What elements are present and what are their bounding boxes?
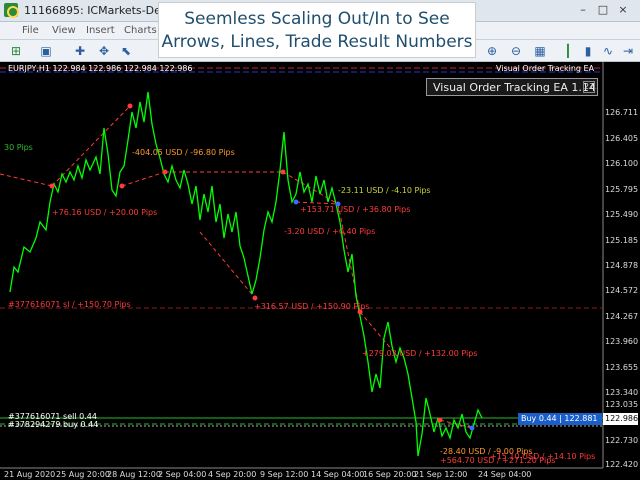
caption-line-2: Arrows, Lines, Trade Result Numbers xyxy=(161,32,473,52)
ea-name-label: Visual Order Tracking EA xyxy=(496,64,595,73)
trade-result-label: -23.11 USD / -4.10 Pips xyxy=(338,186,431,195)
menu-file[interactable]: File xyxy=(22,25,39,36)
price-axis-label: 122.730 xyxy=(605,436,639,445)
zoom-in-icon[interactable]: ⊕ xyxy=(484,43,500,59)
trade-result-label: +76.16 USD / +20.00 Pips xyxy=(52,208,158,217)
price-axis-label: 123.340 xyxy=(605,388,639,397)
price-axis-label: 125.795 xyxy=(605,185,639,194)
price-axis-label: 125.490 xyxy=(605,210,639,219)
trade-result-label: +15.10 USD / +14.10 Pips xyxy=(490,452,596,461)
promo-caption: Seemless Scaling Out/In to See Arrows, L… xyxy=(158,2,476,58)
order-line-label: #378294279 buy 0.44 xyxy=(8,420,99,429)
trade-result-label: -3.20 USD / +0.40 Pips xyxy=(284,227,376,236)
date-axis-label: 21 Sep 12:00 xyxy=(414,470,468,479)
new-chart-icon[interactable]: ⊞ xyxy=(8,43,24,59)
price-axis-label: 125.185 xyxy=(605,236,639,245)
zoom-out-icon[interactable]: ⊖ xyxy=(508,43,524,59)
autoscroll-icon[interactable]: ⇥ xyxy=(620,43,636,59)
menu-insert[interactable]: Insert xyxy=(86,25,115,36)
date-axis-label: 25 Aug 20:00 xyxy=(56,470,110,479)
trade-result-label: +153.71 USD / +36.80 Pips xyxy=(300,205,411,214)
move-icon[interactable]: ✥ xyxy=(96,43,112,59)
price-axis-label: 122.420 xyxy=(605,460,639,469)
profiles-icon[interactable]: ▣ xyxy=(38,43,54,59)
price-axis-label: 124.878 xyxy=(605,261,639,270)
ea-panel[interactable]: Visual Order Tracking EA 1.14 27 xyxy=(426,78,598,96)
price-axis-label: 123.960 xyxy=(605,337,639,346)
date-axis-label: 21 Aug 2020 xyxy=(4,470,56,479)
bar-chart-icon[interactable]: ┃ xyxy=(560,43,576,59)
date-axis-label: 14 Sep 04:00 xyxy=(311,470,365,479)
pointer-icon[interactable]: ⬉ xyxy=(118,43,134,59)
date-axis-label: 4 Sep 20:00 xyxy=(208,470,257,479)
symbol-label: EURJPY,H1 122.984 122.986 122.984 122.98… xyxy=(8,64,193,73)
trade-lines xyxy=(0,105,473,429)
ea-panel-button[interactable]: 27 xyxy=(583,81,595,93)
menu-charts[interactable]: Charts xyxy=(124,25,157,36)
date-axis-label: 9 Sep 12:00 xyxy=(260,470,309,479)
buy-order-tag[interactable]: Buy 0.44 | 122.881 xyxy=(518,413,602,425)
date-axis-label: 28 Aug 12:00 xyxy=(107,470,161,479)
caption-line-1: Seemless Scaling Out/In to See xyxy=(184,9,450,29)
price-axis-label: 124.267 xyxy=(605,312,639,321)
close-button[interactable]: × xyxy=(616,3,630,17)
minimize-button[interactable]: – xyxy=(576,3,590,17)
date-axis-label: 24 Sep 04:00 xyxy=(478,470,532,479)
crosshair-icon[interactable]: ✚ xyxy=(72,43,88,59)
date-axis-label: 2 Sep 04:00 xyxy=(158,470,207,479)
current-price-text: 122.986 xyxy=(605,414,639,423)
date-axis-label: 16 Sep 20:00 xyxy=(363,470,417,479)
price-series xyxy=(9,91,483,457)
trade-result-label: +316.57 USD / +150.90 Pips xyxy=(254,302,370,311)
grid-icon[interactable]: ▦ xyxy=(532,43,548,59)
app-logo-icon xyxy=(4,3,19,18)
price-axis-label: 124.572 xyxy=(605,286,639,295)
price-chart[interactable]: EURJPY,H1 122.984 122.986 122.984 122.98… xyxy=(0,62,640,480)
menu-view[interactable]: View xyxy=(52,25,76,36)
ea-panel-title: Visual Order Tracking EA 1.14 xyxy=(433,81,596,94)
price-axis-label: 123.035 xyxy=(605,400,639,409)
maximize-button[interactable]: □ xyxy=(596,3,610,17)
price-axis-label: 123.655 xyxy=(605,363,639,372)
candles-icon[interactable]: ▮ xyxy=(580,43,596,59)
price-axis-label: 126.100 xyxy=(605,159,639,168)
trade-result-label: +279.03 USD / +132.00 Pips xyxy=(362,349,478,358)
buy-order-tag-text: Buy 0.44 | 122.881 xyxy=(521,414,598,423)
trade-arrows xyxy=(49,103,475,431)
trade-result-label: 30 Pips xyxy=(4,143,33,152)
current-price-tag: 122.986 xyxy=(603,413,638,425)
price-axis-label: 126.711 xyxy=(605,108,639,117)
trade-result-label: -404.05 USD / -96.80 Pips xyxy=(132,148,235,157)
line-chart-icon[interactable]: ∿ xyxy=(600,43,616,59)
price-axis-label: 126.405 xyxy=(605,134,639,143)
trade-result-label: #377616071 sl / +150.70 Pips xyxy=(8,300,131,309)
